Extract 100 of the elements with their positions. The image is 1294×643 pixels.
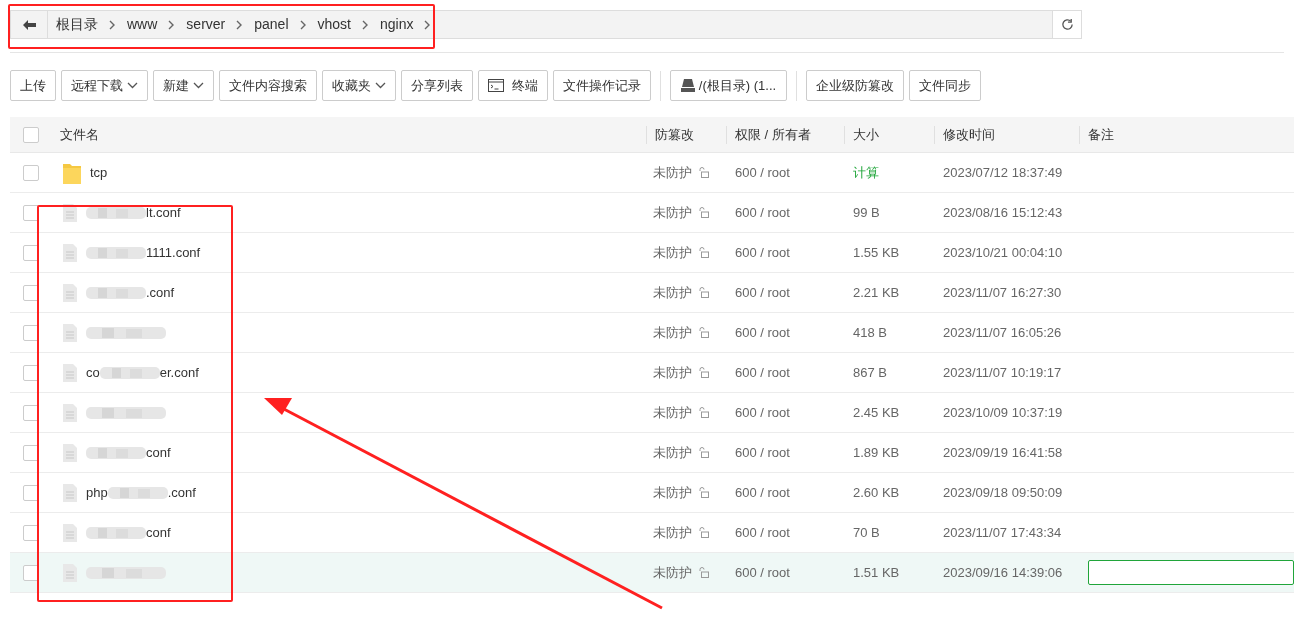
- permission-owner[interactable]: 600 / root: [735, 244, 790, 260]
- column-header: 防篡改: [655, 125, 694, 144]
- permission-owner[interactable]: 600 / root: [735, 564, 790, 580]
- modified-time: 2023/11/07 16:05:26: [943, 324, 1062, 340]
- file-size: 70 B: [853, 524, 880, 540]
- toolbar-button[interactable]: 上传: [10, 70, 56, 101]
- permission-owner[interactable]: 600 / root: [735, 484, 790, 500]
- permission-owner[interactable]: 600 / root: [735, 164, 790, 180]
- breadcrumb-link[interactable]: www: [127, 14, 158, 35]
- toolbar-button[interactable]: 分享列表: [401, 70, 473, 101]
- protect-status: 未防护: [653, 523, 692, 542]
- chevron-right-icon: [109, 19, 116, 30]
- protect-status: 未防护: [653, 203, 692, 222]
- modified-time: 2023/07/12 18:37:49: [943, 164, 1063, 180]
- unlock-icon[interactable]: [698, 447, 709, 458]
- breadcrumb-link[interactable]: vhost: [317, 14, 351, 35]
- toolbar-button[interactable]: 文件内容搜索: [219, 70, 317, 101]
- select-all-checkbox[interactable]: [23, 126, 39, 143]
- toolbar-button[interactable]: 终端: [478, 70, 548, 101]
- protect-status: 未防护: [653, 163, 692, 182]
- toolbar-button[interactable]: 新建: [153, 70, 214, 101]
- toolbar-button[interactable]: 企业级防篡改: [806, 70, 904, 101]
- file-size: 1.51 KB: [853, 564, 900, 580]
- unlock-icon[interactable]: [698, 287, 709, 298]
- file-size: 1.89 KB: [853, 444, 900, 460]
- file-name[interactable]: conf: [146, 522, 171, 543]
- chevron-right-icon: [168, 19, 176, 30]
- file-icon: [63, 483, 77, 502]
- permission-owner[interactable]: 600 / root: [735, 284, 790, 300]
- file-icon: [63, 283, 77, 302]
- column-header: 大小: [853, 125, 879, 144]
- permission-owner[interactable]: 600 / root: [735, 404, 790, 420]
- file-name[interactable]: conf: [146, 442, 171, 463]
- protect-status: 未防护: [653, 243, 692, 262]
- toolbar-button[interactable]: 远程下载: [61, 70, 148, 101]
- folder-icon: [63, 161, 81, 184]
- file-size: 418 B: [853, 324, 887, 340]
- toolbar-button[interactable]: 文件操作记录: [553, 70, 651, 101]
- unlock-icon[interactable]: [698, 567, 709, 578]
- folder-name[interactable]: tcp: [90, 162, 108, 183]
- modified-time: 2023/11/07 17:43:34: [943, 524, 1062, 540]
- chevron-right-icon: [236, 19, 244, 30]
- protect-status: 未防护: [653, 483, 692, 502]
- chevron-right-icon: [362, 19, 369, 30]
- protect-status: 未防护: [653, 443, 692, 462]
- column-header: 修改时间: [943, 125, 995, 144]
- file-size: 99 B: [853, 204, 880, 220]
- refresh-button[interactable]: [1052, 11, 1081, 38]
- permission-owner[interactable]: 600 / root: [735, 444, 790, 460]
- file-size: 2.45 KB: [853, 404, 900, 420]
- permission-owner[interactable]: 600 / root: [735, 324, 790, 340]
- file-name[interactable]: er.conf: [159, 362, 199, 383]
- unlock-icon[interactable]: [698, 407, 709, 418]
- refresh-icon: [1060, 18, 1074, 31]
- protect-status: 未防护: [653, 323, 692, 342]
- unlock-icon[interactable]: [698, 527, 709, 538]
- unlock-icon[interactable]: [698, 207, 709, 218]
- file-icon: [63, 443, 77, 462]
- file-name[interactable]: .conf: [146, 282, 175, 303]
- modified-time: 2023/08/16 15:12:43: [943, 204, 1063, 220]
- protect-status: 未防护: [653, 563, 692, 582]
- file-name: co: [86, 363, 100, 382]
- breadcrumb-link[interactable]: 根目录: [56, 14, 98, 35]
- toolbar-button[interactable]: 文件同步: [909, 70, 981, 101]
- file-row[interactable]: 未防护 600 / root 1.51 KB 2023/09/16 14:39:06: [10, 553, 1294, 593]
- file-icon: [63, 563, 77, 582]
- protect-status: 未防护: [653, 403, 692, 422]
- modified-time: 2023/10/09 10:37:19: [943, 404, 1063, 420]
- modified-time: 2023/09/16 14:39:06: [943, 564, 1063, 580]
- permission-owner[interactable]: 600 / root: [735, 524, 790, 540]
- row-checkbox[interactable]: [23, 164, 39, 181]
- unlock-icon[interactable]: [698, 487, 709, 498]
- chevron-right-icon: [299, 19, 307, 30]
- unlock-icon[interactable]: [698, 367, 709, 378]
- unlock-icon[interactable]: [698, 167, 709, 178]
- breadcrumb-link[interactable]: panel: [254, 14, 289, 35]
- unlock-icon[interactable]: [698, 327, 709, 338]
- permission-owner[interactable]: 600 / root: [735, 364, 790, 380]
- back-arrow-icon: [22, 19, 36, 30]
- caret-icon: [127, 82, 138, 89]
- file-name[interactable]: lt.conf: [146, 202, 181, 223]
- file-name[interactable]: 1111.conf: [146, 242, 201, 263]
- file-icon: [63, 403, 77, 422]
- terminal-icon: [488, 79, 504, 92]
- disk-icon: [680, 79, 695, 92]
- file-icon: [63, 523, 77, 542]
- row-checkbox[interactable]: [23, 204, 39, 221]
- toolbar-button[interactable]: 收藏夹: [322, 70, 396, 101]
- file-icon: [63, 243, 77, 262]
- chevron-right-icon: [424, 19, 432, 30]
- file-name[interactable]: .conf: [167, 482, 196, 503]
- unlock-icon[interactable]: [698, 247, 709, 258]
- permission-owner[interactable]: 600 / root: [735, 204, 790, 220]
- breadcrumb-link[interactable]: nginx: [380, 14, 414, 35]
- caret-icon: [193, 82, 204, 89]
- breadcrumb-link[interactable]: server: [186, 14, 226, 35]
- modified-time: 2023/11/07 16:27:30: [943, 284, 1062, 300]
- toolbar-button[interactable]: /(根目录) (1...: [670, 70, 787, 101]
- modified-time: 2023/11/07 10:19:17: [943, 364, 1062, 380]
- note-field[interactable]: [1088, 560, 1294, 585]
